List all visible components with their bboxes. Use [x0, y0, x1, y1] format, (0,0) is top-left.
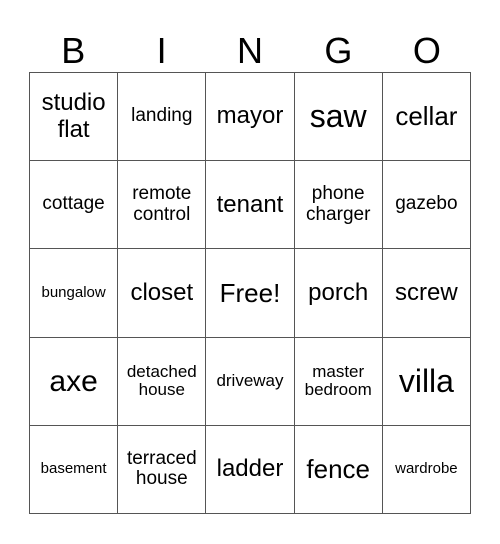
- bingo-header: B I N G O: [29, 30, 471, 72]
- bingo-cell: driveway: [206, 337, 295, 426]
- bingo-cell: wardrobe: [382, 425, 471, 514]
- bingo-cell: saw: [294, 73, 383, 162]
- bingo-cell: terraced house: [118, 425, 207, 514]
- bingo-cell: studio flat: [30, 73, 119, 162]
- bingo-cell: landing: [118, 73, 207, 162]
- header-letter-b: B: [61, 30, 86, 71]
- bingo-cell: detached house: [118, 337, 207, 426]
- bingo-cell: cellar: [382, 73, 471, 162]
- header-letter-i: I: [156, 30, 167, 71]
- bingo-cell: tenant: [206, 161, 295, 250]
- bingo-cell: fence: [294, 425, 383, 514]
- bingo-cell: cottage: [30, 161, 119, 250]
- header-letter-o: O: [412, 30, 441, 71]
- bingo-cell: closet: [118, 249, 207, 338]
- bingo-cell: ladder: [206, 425, 295, 514]
- bingo-cell: porch: [294, 249, 383, 338]
- bingo-cell: basement: [30, 425, 119, 514]
- free-space-cell: Free!: [206, 249, 295, 338]
- bingo-cell: axe: [30, 337, 119, 426]
- bingo-cell: bungalow: [30, 249, 119, 338]
- bingo-cell: screw: [382, 249, 471, 338]
- header-letter-g: G: [324, 30, 353, 71]
- bingo-cell: gazebo: [382, 161, 471, 250]
- bingo-cell: villa: [382, 337, 471, 426]
- bingo-cell: remote control: [118, 161, 207, 250]
- bingo-cell: master bedroom: [294, 337, 383, 426]
- header-letter-n: N: [237, 30, 264, 71]
- bingo-cell: phone charger: [294, 161, 383, 250]
- bingo-card: studio flat landing mayor saw cellar cot…: [29, 72, 471, 514]
- bingo-cell: mayor: [206, 73, 295, 162]
